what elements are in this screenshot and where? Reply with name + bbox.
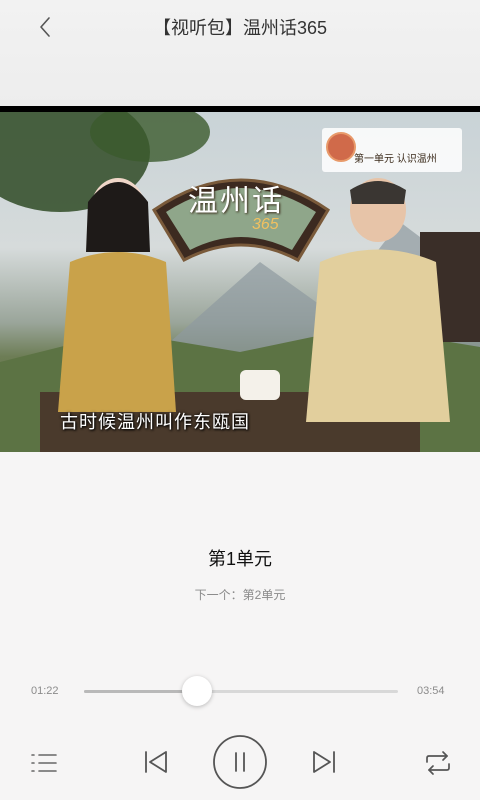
progress-fill — [84, 690, 198, 693]
pause-icon — [213, 735, 267, 789]
video-subtitle: 古时候温州叫作东瓯国 — [60, 412, 250, 432]
video-frame: 第一单元 认识温州 温州话 365 古时候温州叫作东瓯国 — [0, 112, 480, 452]
header-bar: 【视听包】温州话365 — [0, 0, 480, 106]
logo-text: 第一单元 认识温州 — [354, 154, 437, 165]
track-title: 第1单元 — [207, 549, 272, 569]
next-track-label: 下一个：第2单元 — [194, 588, 286, 602]
next-button[interactable] — [306, 744, 342, 780]
progress-bar[interactable] — [84, 676, 398, 706]
seal-icon — [326, 132, 356, 162]
channel-logo: 第一单元 认识温州 — [322, 128, 462, 172]
skip-previous-icon — [145, 751, 167, 773]
fan-title: 温州话 — [188, 184, 284, 219]
video-player[interactable]: 第一单元 认识温州 温州话 365 古时候温州叫作东瓯国 — [0, 106, 480, 452]
repeat-button[interactable] — [420, 745, 456, 781]
skip-next-icon — [313, 751, 335, 773]
repeat-icon — [426, 751, 450, 775]
current-time: 01:22 — [31, 685, 59, 697]
playlist-button[interactable] — [26, 745, 62, 781]
show-title-fan: 温州话 365 — [148, 160, 334, 264]
page-title: 【视听包】温州话365 — [152, 18, 328, 38]
progress-knob[interactable] — [182, 676, 213, 706]
list-icon — [31, 754, 57, 772]
pause-button[interactable] — [212, 734, 268, 790]
fan-subtitle: 365 — [252, 216, 279, 233]
previous-button[interactable] — [138, 744, 174, 780]
duration-time: 03:54 — [417, 685, 445, 697]
